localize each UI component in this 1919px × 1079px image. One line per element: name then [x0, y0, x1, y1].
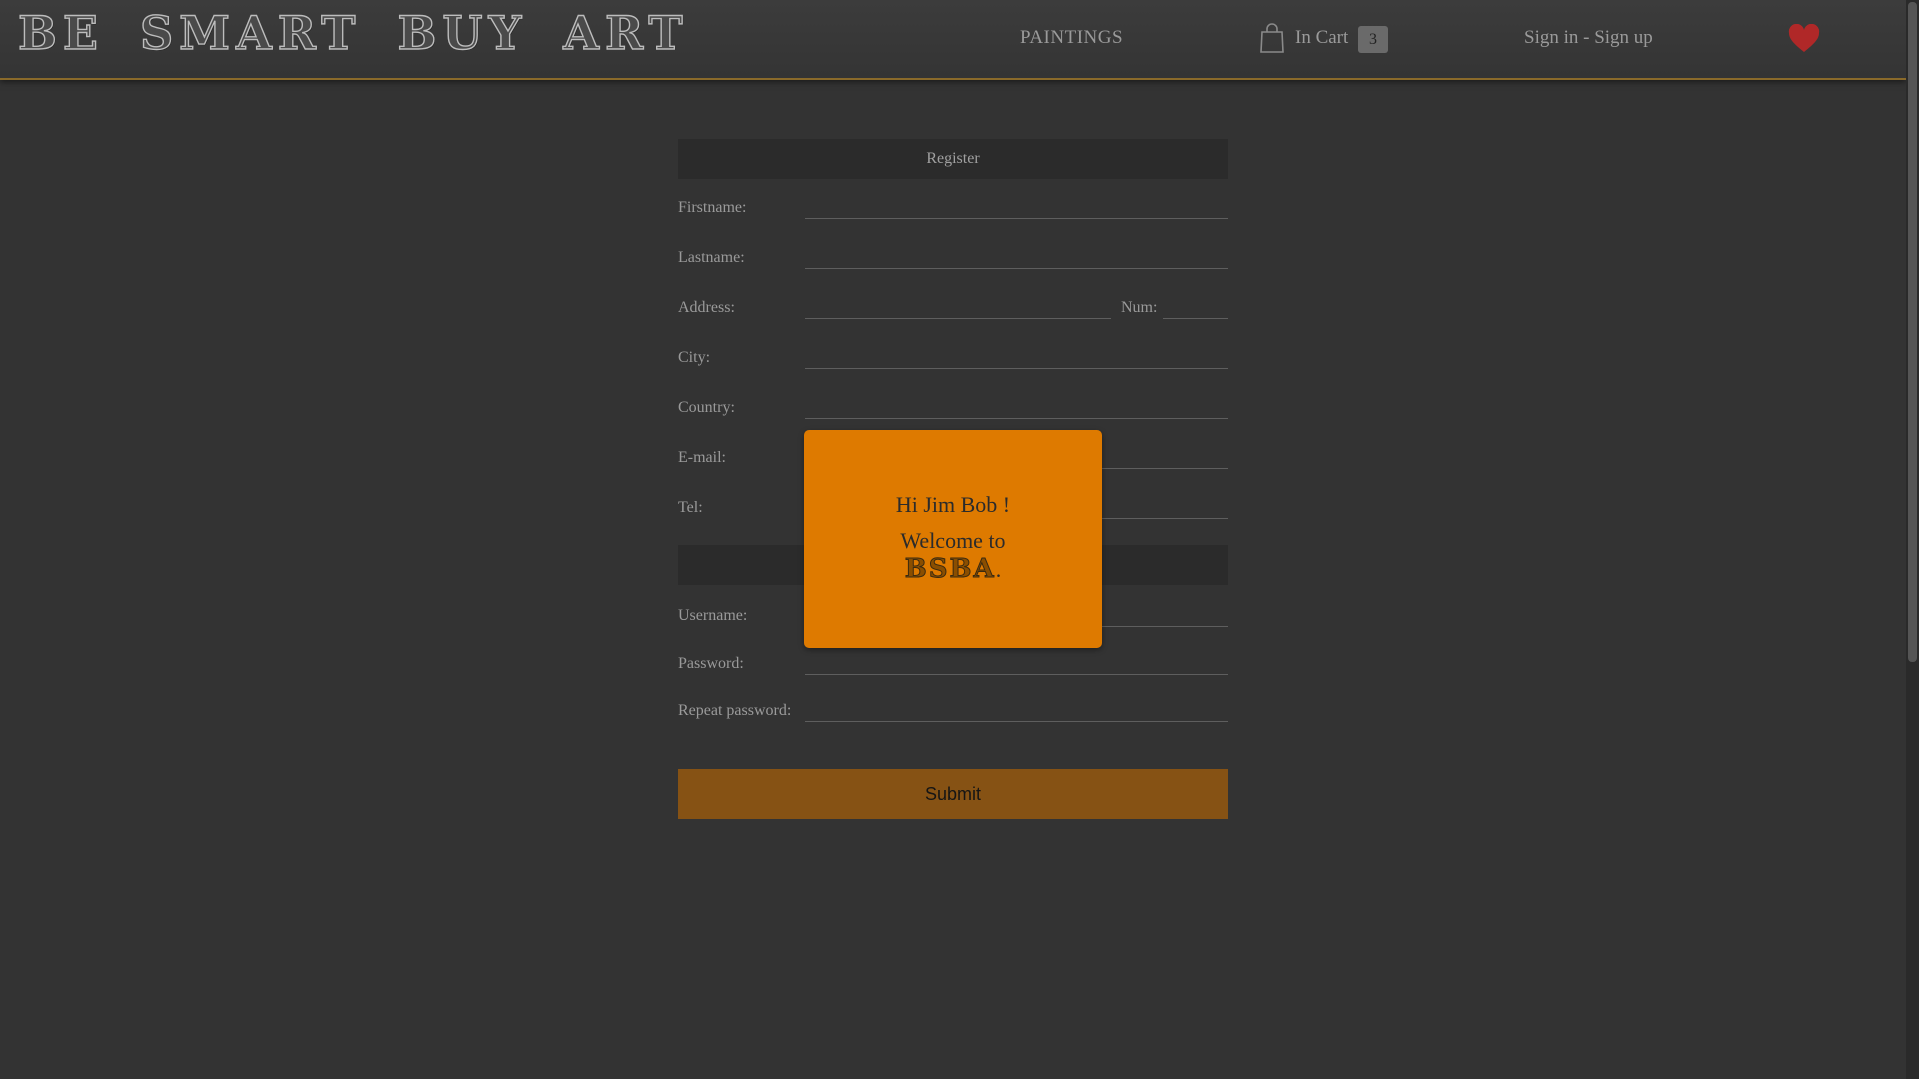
nav-paintings-link[interactable]: PAINTINGS — [1020, 27, 1123, 49]
repeat-password-label: Repeat password: — [678, 702, 792, 719]
cart-count-badge: 3 — [1358, 26, 1388, 53]
country-input[interactable] — [805, 392, 1228, 419]
submit-button[interactable]: Submit — [678, 769, 1228, 819]
lastname-label: Lastname: — [678, 249, 745, 266]
num-label: Num: — [1121, 299, 1158, 316]
firstname-input[interactable] — [805, 192, 1228, 219]
country-row: Country: — [678, 379, 1228, 429]
repeat-password-row: Repeat password: — [678, 682, 1228, 729]
password-input[interactable] — [805, 648, 1228, 675]
firstname-row: Firstname: — [678, 179, 1228, 229]
nav-cart-link[interactable]: In Cart — [1295, 27, 1348, 49]
username-label: Username: — [678, 607, 748, 624]
address-row: Address: Num: — [678, 279, 1228, 329]
popup-brand-suffix: . — [995, 557, 1002, 582]
lastname-input[interactable] — [805, 242, 1228, 269]
firstname-label: Firstname: — [678, 199, 747, 216]
popup-greeting: Hi Jim Bob ! — [895, 492, 1011, 517]
num-input[interactable] — [1163, 292, 1228, 319]
popup-brand-line: BSBA. — [804, 554, 1102, 585]
heart-icon[interactable] — [1788, 24, 1820, 54]
password-label: Password: — [678, 655, 744, 672]
popup-welcome-text: Welcome to — [900, 528, 1006, 553]
scrollbar-thumb[interactable] — [1908, 2, 1917, 662]
site-logo[interactable]: BE SMART BUY ART — [17, 5, 689, 60]
tel-label: Tel: — [678, 499, 703, 516]
city-input[interactable] — [805, 342, 1228, 369]
welcome-popup: Hi Jim Bob ! Welcome to BSBA. — [804, 430, 1102, 648]
email-label: E-mail: — [678, 449, 726, 466]
address-label: Address: — [678, 299, 735, 316]
lastname-row: Lastname: — [678, 229, 1228, 279]
popup-brand-logo: BSBA — [904, 554, 996, 585]
city-row: City: — [678, 329, 1228, 379]
shopping-bag-icon[interactable] — [1258, 22, 1286, 54]
address-input[interactable] — [805, 292, 1111, 319]
city-label: City: — [678, 349, 711, 366]
nav-signin-signup-link[interactable]: Sign in - Sign up — [1524, 27, 1653, 49]
repeat-password-input[interactable] — [805, 695, 1228, 722]
register-section-title: Register — [678, 139, 1228, 179]
country-label: Country: — [678, 399, 735, 416]
page-scrollbar[interactable] — [1906, 0, 1919, 1079]
site-header: BE SMART BUY ART PAINTINGS In Cart 3 Sig… — [0, 0, 1906, 80]
